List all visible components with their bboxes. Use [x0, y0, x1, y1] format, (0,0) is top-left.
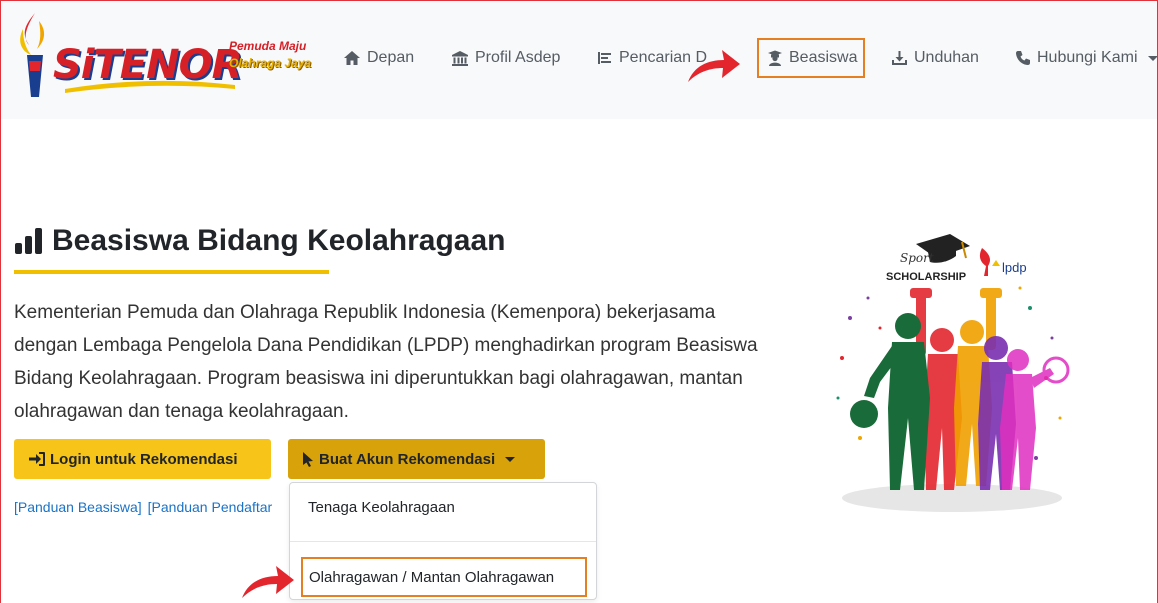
panduan-links: [Panduan Beasiswa] [Panduan Pendaftar [14, 499, 278, 515]
program-description: Kementerian Pemuda dan Olahraga Republik… [14, 302, 758, 422]
home-icon [344, 51, 360, 65]
login-rekomendasi-button[interactable]: Login untuk Rekomendasi [14, 439, 271, 479]
pointer-icon [303, 452, 313, 467]
title-underline [14, 270, 329, 274]
nav-item-beasiswa[interactable]: Beasiswa [757, 38, 866, 78]
panduan-beasiswa-link[interactable]: [Panduan Beasiswa] [14, 499, 142, 515]
nav-label: Depan [367, 49, 415, 66]
graduate-icon [768, 50, 782, 66]
buat-akun-dropdown-button[interactable]: Buat Akun Rekomendasi [288, 439, 545, 479]
chevron-down-icon [505, 456, 516, 462]
dropdown-divider [290, 541, 596, 542]
chevron-down-icon [1147, 55, 1158, 61]
nav-item-depan[interactable]: Depan [343, 45, 414, 71]
scholarship-text: SCHOLARSHIP [886, 271, 966, 283]
panduan-pendaftar-link[interactable]: [Panduan Pendaftar [148, 499, 273, 515]
nav-label: Profil Asdep [475, 49, 561, 66]
red-arrow-icon [688, 50, 740, 82]
buat-akun-button-label: Buat Akun Rekomendasi [319, 450, 496, 468]
sport-script-text: Sport [900, 251, 934, 265]
dropdown-item-tenaga-keolahragaan[interactable]: Tenaga Keolahragaan [290, 499, 596, 516]
page-title: Beasiswa Bidang Keolahragaan [14, 224, 506, 258]
nav-item-unduhan[interactable]: Unduhan [891, 45, 979, 71]
nav-label: Unduhan [914, 49, 979, 66]
bar-chart-icon [15, 228, 42, 254]
torch-icon [20, 13, 45, 97]
download-icon [892, 51, 907, 65]
dropdown-item-olahragawan[interactable]: Olahragawan / Mantan Olahragawan [301, 557, 587, 597]
phone-icon [1016, 51, 1030, 65]
nav-label: Hubungi Kami [1037, 49, 1138, 66]
logo-swoosh [65, 80, 235, 93]
sign-in-icon [29, 452, 45, 466]
nav-item-profil-asdep[interactable]: Profil Asdep [451, 45, 560, 71]
bank-icon [452, 50, 468, 66]
sport-scholarship-illustration: Sport SCHOLARSHIP lpdp [836, 234, 1070, 512]
lpdp-text: lpdp [1002, 260, 1027, 275]
login-button-label: Login untuk Rekomendasi [50, 450, 238, 468]
list-icon [598, 52, 611, 64]
rekomendasi-dropdown-menu: Tenaga Keolahragaan Olahragawan / Mantan… [289, 482, 597, 600]
red-arrow-icon [242, 566, 294, 598]
logo-tagline-2: Olahraga Jaya [229, 56, 312, 70]
page-title-text: Beasiswa Bidang Keolahragaan [52, 224, 506, 257]
nav-item-hubungi-kami[interactable]: Hubungi Kami [1015, 45, 1158, 71]
lpdp-logo: lpdp [979, 248, 1027, 276]
logo-tagline-1: Pemuda Maju [229, 39, 307, 53]
nav-label: Beasiswa [789, 49, 858, 66]
navbar: SiTENOR Pemuda Maju Olahraga Jaya Depan … [1, 1, 1158, 119]
site-logo[interactable]: SiTENOR Pemuda Maju Olahraga Jaya [15, 11, 325, 101]
